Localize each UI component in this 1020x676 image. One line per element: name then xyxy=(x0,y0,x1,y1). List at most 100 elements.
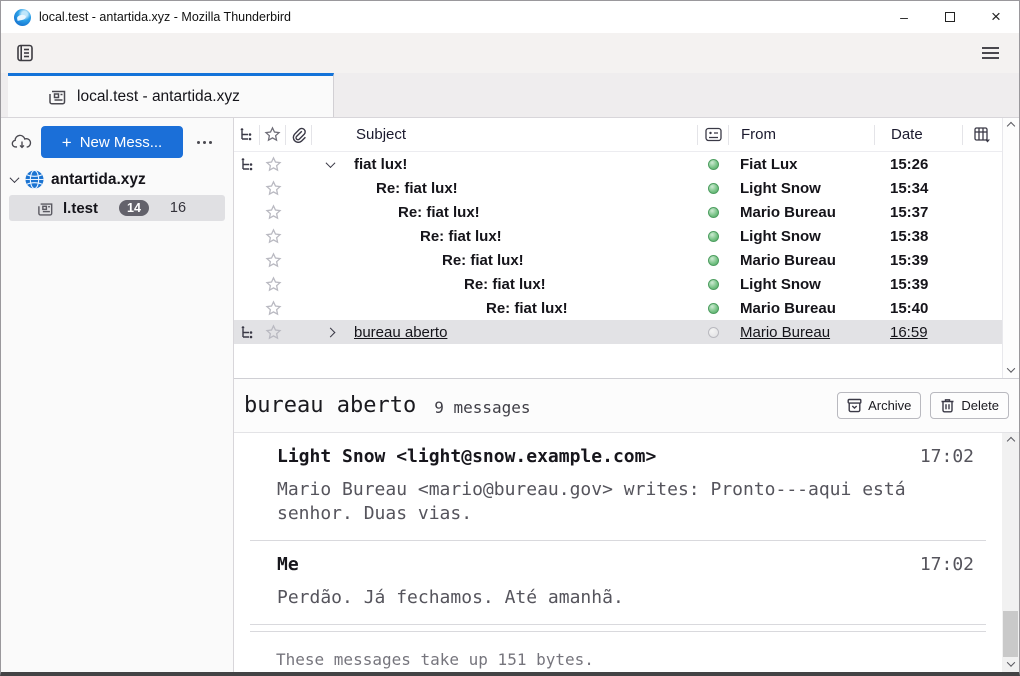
column-picker-button[interactable] xyxy=(962,125,1002,145)
folder-pane-options-button[interactable] xyxy=(193,135,216,150)
scroll-up-icon[interactable] xyxy=(1006,437,1014,445)
row-from: Light Snow xyxy=(728,276,874,293)
read-status-dot[interactable] xyxy=(708,159,719,170)
column-picker-icon xyxy=(974,127,991,143)
archive-button[interactable]: Archive xyxy=(837,392,921,419)
row-subject: fiat lux! xyxy=(354,156,407,173)
row-date: 15:26 xyxy=(874,156,962,173)
star-column-header[interactable] xyxy=(260,125,286,145)
star-icon[interactable] xyxy=(265,300,282,317)
scroll-down-icon[interactable] xyxy=(1006,658,1014,666)
row-from: Mario Bureau xyxy=(728,252,874,269)
message-list-row[interactable]: Re: fiat lux! Mario Bureau 15:39 xyxy=(234,248,1002,272)
read-status-dot[interactable] xyxy=(708,255,719,266)
sync-cloud-icon[interactable] xyxy=(11,133,33,151)
close-button[interactable]: × xyxy=(973,1,1019,33)
star-icon[interactable] xyxy=(265,180,282,197)
unified-toolbar xyxy=(1,33,1019,73)
scroll-down-icon[interactable] xyxy=(1007,364,1015,372)
new-message-label: New Mess... xyxy=(80,134,163,151)
reader-scrollbar[interactable] xyxy=(1002,433,1019,672)
thunderbird-logo-icon xyxy=(14,9,31,26)
read-status-dot[interactable] xyxy=(708,231,719,242)
total-count: 16 xyxy=(170,200,186,216)
titlebar: local.test - antartida.xyz - Mozilla Thu… xyxy=(1,1,1019,33)
app-menu-button[interactable] xyxy=(975,40,1005,66)
row-subject: bureau aberto xyxy=(354,324,447,341)
from-column-header[interactable]: From xyxy=(728,125,874,145)
conversation-count: 9 messages xyxy=(434,398,530,417)
message-item[interactable]: Me 17:02 Perdão. Já fechamos. Até amanhã… xyxy=(234,541,1002,624)
message-author: Light Snow <light@snow.example.com> xyxy=(277,446,656,467)
correspondents-column-header[interactable] xyxy=(698,125,728,145)
star-icon[interactable] xyxy=(265,276,282,293)
message-list-row[interactable]: Re: fiat lux! Mario Bureau 15:40 xyxy=(234,296,1002,320)
message-list-row[interactable]: bureau aberto Mario Bureau 16:59 xyxy=(234,320,1002,344)
message-author: Me xyxy=(277,554,299,575)
row-subject: Re: fiat lux! xyxy=(486,300,568,317)
conversation-header: bureau aberto 9 messages Archive xyxy=(234,379,1019,433)
row-subject: Re: fiat lux! xyxy=(398,204,480,221)
messages-size-footer: These messages take up 151 bytes. xyxy=(250,631,986,669)
archive-icon xyxy=(847,398,862,413)
message-list-rows: fiat lux! Fiat Lux 15:26 Re: fiat lux! L… xyxy=(234,152,1002,378)
message-time: 17:02 xyxy=(920,446,974,467)
message-list-scrollbar[interactable] xyxy=(1002,118,1019,378)
delete-button[interactable]: Delete xyxy=(930,392,1009,419)
thread-column-header[interactable] xyxy=(234,125,260,145)
archive-label: Archive xyxy=(868,398,911,413)
star-icon[interactable] xyxy=(265,324,282,341)
thread-twisty-icon[interactable] xyxy=(320,329,340,336)
star-icon[interactable] xyxy=(265,204,282,221)
row-date: 15:34 xyxy=(874,180,962,197)
message-body: Mario Bureau <mario@bureau.gov> writes: … xyxy=(277,478,927,526)
thread-twisty-icon[interactable] xyxy=(320,161,340,168)
message-item[interactable]: Light Snow <light@snow.example.com> 17:0… xyxy=(234,433,1002,540)
message-time: 17:02 xyxy=(920,554,974,575)
subject-column-header[interactable]: Subject xyxy=(312,125,698,145)
read-status-dot[interactable] xyxy=(708,327,719,338)
row-date: 15:39 xyxy=(874,252,962,269)
tab-mail[interactable]: local.test - antartida.xyz xyxy=(8,73,334,117)
tab-bar: local.test - antartida.xyz xyxy=(1,73,1019,118)
star-icon[interactable] xyxy=(265,228,282,245)
message-list-row[interactable]: fiat lux! Fiat Lux 15:26 xyxy=(234,152,1002,176)
row-from: Fiat Lux xyxy=(728,156,874,173)
sidebar-item-folder-ltest[interactable]: l.test 14 16 xyxy=(9,195,225,221)
read-status-dot[interactable] xyxy=(708,303,719,314)
date-column-header[interactable]: Date xyxy=(874,125,962,145)
message-divider xyxy=(250,624,986,625)
row-from: Mario Bureau xyxy=(728,324,874,341)
plus-icon: + xyxy=(62,134,72,151)
row-from: Mario Bureau xyxy=(728,204,874,221)
minimize-button[interactable]: – xyxy=(881,1,927,33)
thread-icon xyxy=(239,127,254,142)
message-list-row[interactable]: Re: fiat lux! Light Snow 15:38 xyxy=(234,224,1002,248)
read-status-dot[interactable] xyxy=(708,207,719,218)
scrollbar-thumb[interactable] xyxy=(1003,611,1018,657)
paperclip-icon xyxy=(291,127,306,143)
row-from: Light Snow xyxy=(728,180,874,197)
row-from: Mario Bureau xyxy=(728,300,874,317)
sidebar-item-account[interactable]: antartida.xyz xyxy=(1,162,233,195)
maximize-icon xyxy=(945,12,955,22)
message-list-row[interactable]: Re: fiat lux! Light Snow 15:34 xyxy=(234,176,1002,200)
row-date: 15:38 xyxy=(874,228,962,245)
star-icon[interactable] xyxy=(265,252,282,269)
folder-name: l.test xyxy=(63,200,98,217)
message-list-row[interactable]: Re: fiat lux! Mario Bureau 15:37 xyxy=(234,200,1002,224)
star-icon[interactable] xyxy=(265,156,282,173)
read-status-dot[interactable] xyxy=(708,279,719,290)
read-status-dot[interactable] xyxy=(708,183,719,194)
chevron-down-icon[interactable] xyxy=(10,173,20,183)
attachment-column-header[interactable] xyxy=(286,125,312,145)
spaces-toolbar-icon[interactable] xyxy=(15,43,35,63)
scroll-up-icon[interactable] xyxy=(1007,122,1015,130)
star-icon xyxy=(264,126,281,143)
tab-label: local.test - antartida.xyz xyxy=(77,88,240,106)
new-message-button[interactable]: + New Mess... xyxy=(41,126,183,158)
row-date: 15:40 xyxy=(874,300,962,317)
message-list-row[interactable]: Re: fiat lux! Light Snow 15:39 xyxy=(234,272,1002,296)
maximize-button[interactable] xyxy=(927,1,973,33)
newspaper-icon xyxy=(37,201,54,216)
